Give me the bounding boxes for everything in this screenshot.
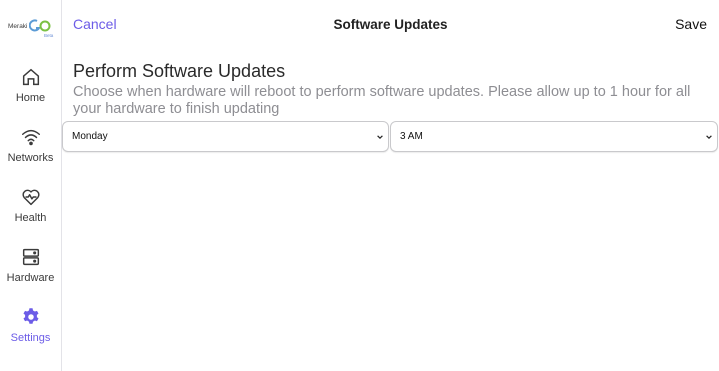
- chevron-down-icon: [706, 135, 712, 140]
- sidebar-item-settings[interactable]: Settings: [0, 306, 61, 360]
- beta-badge: Beta: [44, 33, 54, 38]
- chevron-down-icon: [377, 135, 383, 140]
- page-title: Software Updates: [333, 17, 448, 32]
- gear-icon: [22, 308, 39, 324]
- sidebar-item-networks[interactable]: Networks: [0, 126, 61, 180]
- sidebar-item-home[interactable]: Home: [0, 66, 61, 120]
- sidebar-item-label: Settings: [10, 332, 51, 344]
- sidebar: Meraki Beta Home Networks Health Hardwar…: [0, 0, 62, 371]
- logo-wordmark: Meraki: [8, 23, 28, 30]
- sidebar-item-hardware[interactable]: Hardware: [0, 246, 61, 300]
- home-icon: [22, 68, 39, 86]
- day-select[interactable]: Monday: [62, 121, 389, 152]
- go-logo-icon: [29, 19, 51, 32]
- sidebar-item-label: Home: [15, 92, 46, 104]
- day-select-value: Monday: [72, 131, 108, 142]
- meraki-go-logo[interactable]: Meraki Beta: [8, 18, 56, 40]
- section-heading: Perform Software Updates: [73, 61, 286, 81]
- time-select-value: 3 AM: [400, 131, 423, 142]
- time-select[interactable]: 3 AM: [390, 121, 718, 152]
- sidebar-item-health[interactable]: Health: [0, 186, 61, 240]
- sidebar-item-label: Hardware: [6, 272, 55, 284]
- app-window: Meraki Beta Home Networks Health Hardwar…: [0, 0, 719, 371]
- server-icon: [22, 248, 39, 266]
- sidebar-item-label: Networks: [7, 152, 54, 164]
- sidebar-item-label: Health: [14, 212, 47, 224]
- save-button[interactable]: Save: [675, 16, 707, 32]
- heart-pulse-icon: [21, 189, 40, 206]
- wifi-icon: [21, 129, 40, 146]
- section-description: Choose when hardware will reboot to perf…: [73, 84, 691, 117]
- page-header: Cancel Software Updates Save: [62, 0, 719, 48]
